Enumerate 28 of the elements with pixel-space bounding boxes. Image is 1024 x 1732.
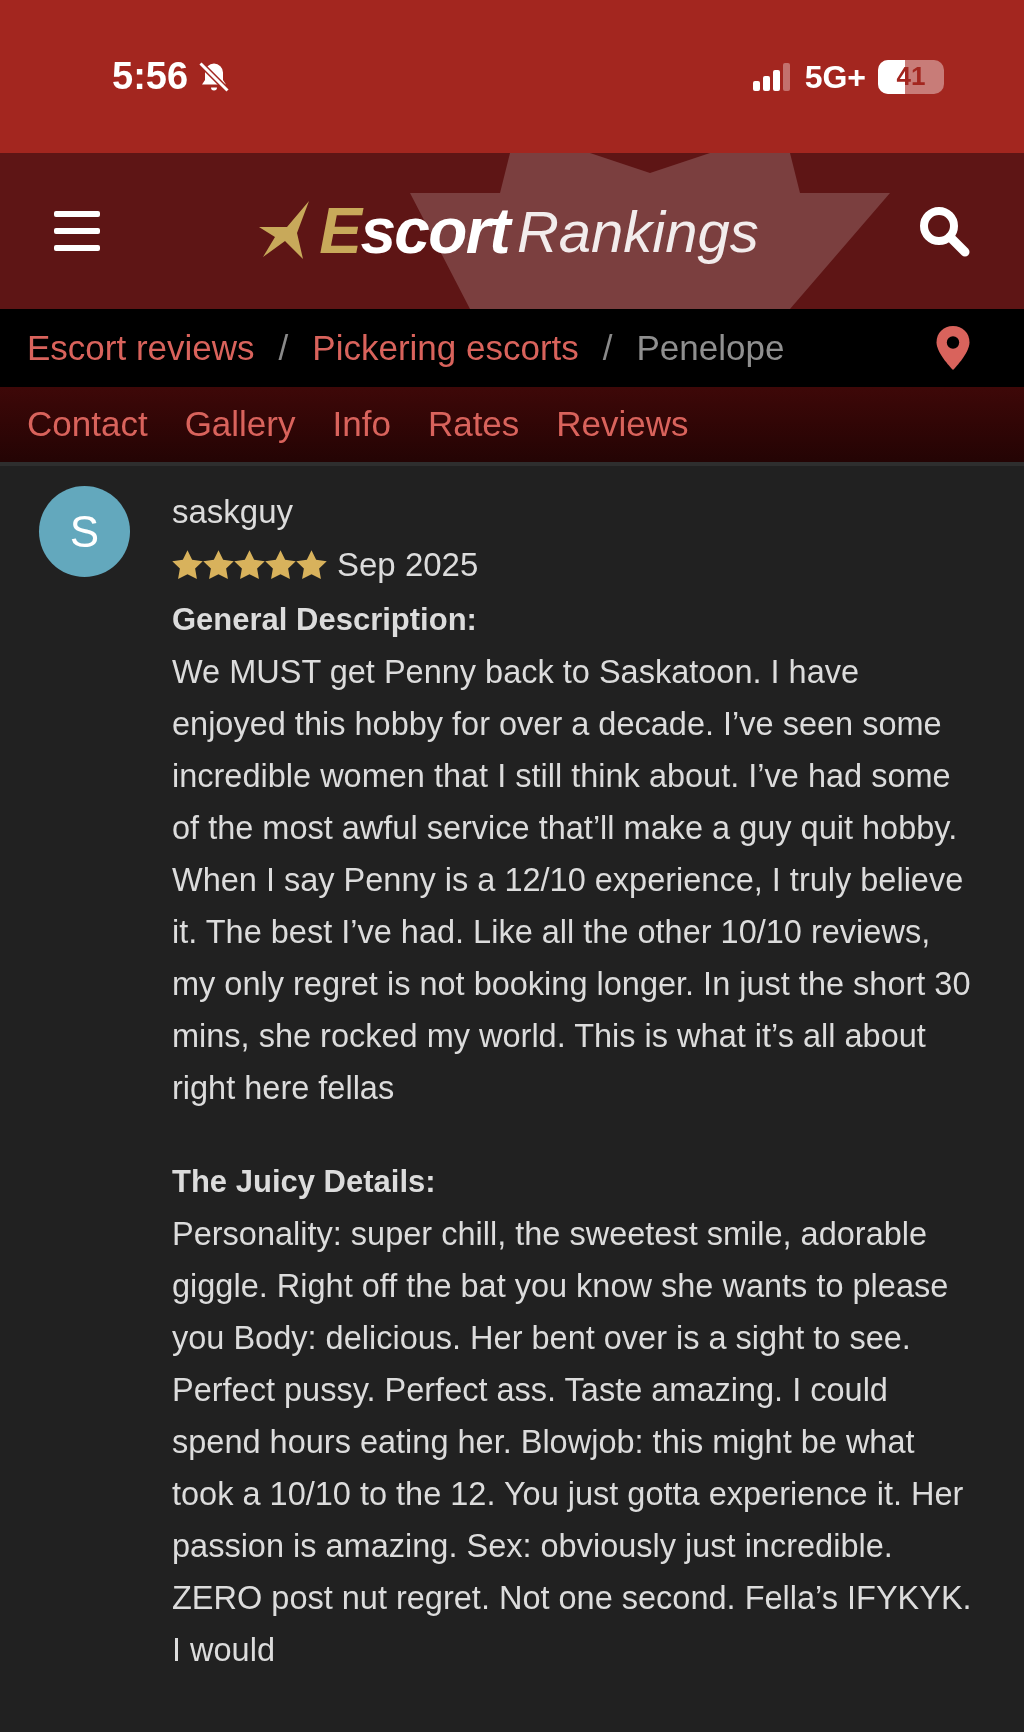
star-icon bbox=[265, 550, 296, 580]
breadcrumb-separator: / bbox=[278, 326, 289, 369]
review-date: Sep 2025 bbox=[337, 545, 479, 586]
nav-tab[interactable]: Gallery bbox=[184, 398, 296, 451]
star-icon bbox=[203, 550, 234, 580]
star-icon bbox=[172, 550, 203, 580]
location-pin-icon[interactable] bbox=[936, 326, 970, 370]
nav-tab[interactable]: Contact bbox=[27, 398, 148, 451]
author-name: saskguy bbox=[172, 492, 295, 532]
signal-icon bbox=[752, 62, 793, 91]
status-time: 5:56 bbox=[112, 54, 189, 99]
review-text: Personality: super chill, the sweetest smile, adorable giggle. Right off the bat you know she wants to please you Body: delicious. Her bent over is a sight to see. Perfect pussy. Perfect ass. Taste amazing. I could spend hours eating her. Blowjob: this might be what took a 10/10 to the 12. You just gotta experience it. Her passion is amazing. Sex: obviously just incredible. ZERO post nut regret. Not one second. Fella’s IFYKYK. I would bbox=[172, 1215, 973, 1670]
star-icon bbox=[234, 550, 265, 580]
nav-tab[interactable]: Reviews bbox=[556, 398, 689, 451]
breadcrumb-link[interactable]: Escort reviews bbox=[27, 321, 255, 375]
star-icon bbox=[296, 550, 327, 580]
breadcrumb-link[interactable]: Penelope bbox=[636, 321, 785, 375]
avatar: S bbox=[39, 486, 130, 577]
breadcrumb-separator: / bbox=[602, 326, 613, 369]
section-heading: The Juicy Details: bbox=[172, 1163, 437, 1201]
network-label: 5G+ bbox=[804, 57, 866, 97]
nav-tab[interactable]: Rates bbox=[427, 398, 520, 451]
breadcrumb-link[interactable]: Pickering escorts bbox=[312, 321, 579, 375]
section-heading: General Description: bbox=[172, 601, 478, 639]
search-icon[interactable] bbox=[918, 205, 970, 257]
menu-icon[interactable] bbox=[54, 211, 100, 251]
nav-tab[interactable]: Info bbox=[332, 398, 391, 451]
review-text: We MUST get Penny back to Saskatoon. I have enjoyed this hobby for over a decade. I’ve seen some incredible women that I still think about. I’ve had some of the most awful service that’ll make a guy quit hobby. When I say Penny is a 12/10 experience, I truly believe it. The best I’ve had. Like all the other 10/10 reviews, my only regret is not booking longer. In just the short 30 mins, she rocked my world. This is what it’s all about right here fellas bbox=[172, 653, 972, 1108]
